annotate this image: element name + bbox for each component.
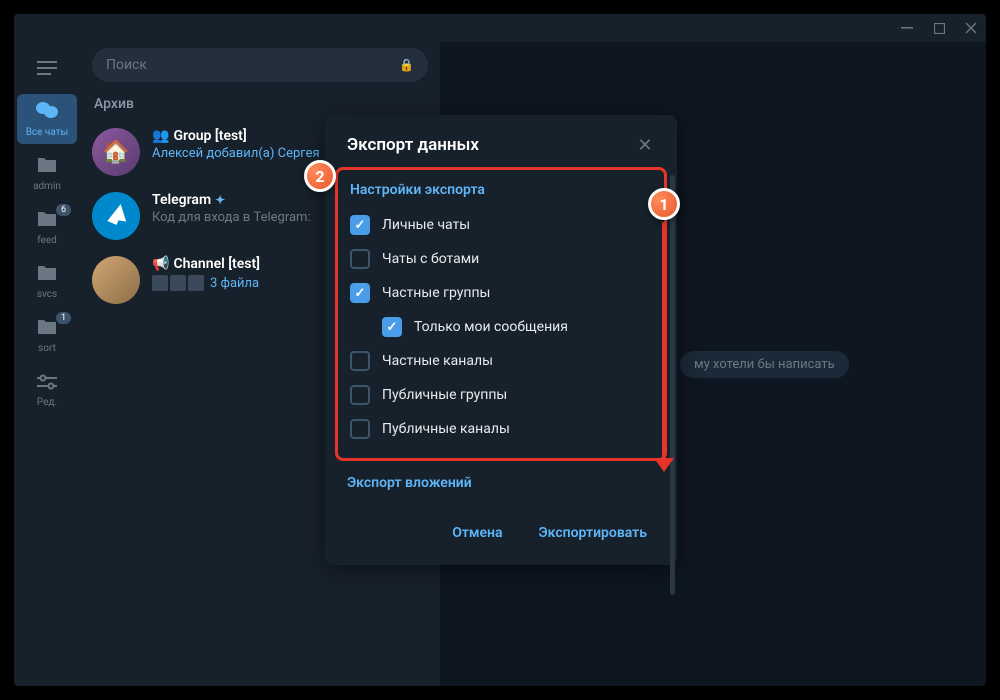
annotation-callout-2: 2 <box>304 160 336 192</box>
option-public-groups[interactable]: Публичные группы <box>346 378 656 412</box>
nav-all-chats[interactable]: Все чаты <box>17 94 77 144</box>
annotation-arrow-head <box>654 458 674 472</box>
checkbox-label: Публичные каналы <box>382 421 510 437</box>
sliders-icon <box>37 371 57 395</box>
modal-header: Экспорт данных ✕ <box>325 115 677 167</box>
annotation-highlight: Настройки экспорта Личные чаты Чаты с бо… <box>335 167 667 461</box>
close-button[interactable] <box>964 21 978 35</box>
checkbox[interactable] <box>350 249 370 269</box>
avatar <box>92 192 140 240</box>
nav-feed[interactable]: 6 feed <box>17 202 77 252</box>
checkbox[interactable] <box>350 351 370 371</box>
checkbox[interactable] <box>350 385 370 405</box>
folder-icon <box>36 209 58 233</box>
option-private-groups[interactable]: Частные группы <box>346 276 656 310</box>
checkbox-label: Личные чаты <box>382 217 470 233</box>
modal-footer: Отмена Экспортировать <box>325 505 677 565</box>
checkbox-label: Частные группы <box>382 285 490 301</box>
nav-label: Все чаты <box>26 127 69 138</box>
checkbox[interactable] <box>350 215 370 235</box>
modal-scrollbar[interactable] <box>670 175 675 595</box>
search-bar: Поиск 🔒 <box>80 42 440 88</box>
chat-title: Channel [test] <box>173 256 260 272</box>
thumb <box>170 275 186 291</box>
empty-hint: му хотели бы написать <box>680 351 849 378</box>
group-icon: 👥 <box>152 128 169 144</box>
nav-sort[interactable]: 1 sort <box>17 310 77 360</box>
avatar <box>92 256 140 304</box>
folder-icon <box>36 317 58 341</box>
option-public-channels[interactable]: Публичные каналы <box>346 412 656 446</box>
sidebar-nav: Все чаты admin 6 feed svcs 1 sort <box>14 42 80 686</box>
section-export-settings: Настройки экспорта <box>346 180 656 208</box>
option-only-my-messages[interactable]: Только мои сообщения <box>346 310 656 344</box>
nav-label: svcs <box>37 289 57 300</box>
modal-title: Экспорт данных <box>347 135 479 155</box>
titlebar <box>14 14 986 42</box>
archive-label: Архив <box>94 96 134 112</box>
modal-close-button[interactable]: ✕ <box>633 133 657 157</box>
nav-label: Ред. <box>37 397 57 408</box>
avatar: 🏠 <box>92 128 140 176</box>
checkbox[interactable] <box>350 283 370 303</box>
nav-svcs[interactable]: svcs <box>17 256 77 306</box>
nav-admin[interactable]: admin <box>17 148 77 198</box>
export-button[interactable]: Экспортировать <box>525 517 661 549</box>
badge: 1 <box>56 312 71 324</box>
chat-title: Telegram <box>152 192 211 208</box>
option-bot-chats[interactable]: Чаты с ботами <box>346 242 656 276</box>
checkbox-label: Публичные группы <box>382 387 507 403</box>
thumb <box>188 275 204 291</box>
checkbox-label: Только мои сообщения <box>414 319 568 335</box>
checkbox-label: Чаты с ботами <box>382 251 479 267</box>
chat-icon <box>35 100 59 125</box>
nav-label: sort <box>38 343 56 354</box>
folder-icon <box>36 155 58 179</box>
checkbox-label: Частные каналы <box>382 353 493 369</box>
option-personal-chats[interactable]: Личные чаты <box>346 208 656 242</box>
nav-label: admin <box>33 181 61 192</box>
export-modal: Экспорт данных ✕ Настройки экспорта Личн… <box>325 115 677 565</box>
modal-body: Настройки экспорта Личные чаты Чаты с бо… <box>325 167 677 505</box>
checkbox[interactable] <box>350 419 370 439</box>
section-attachments: Экспорт вложений <box>325 461 677 497</box>
chat-title: Group [test] <box>173 128 246 144</box>
option-private-channels[interactable]: Частные каналы <box>346 344 656 378</box>
folder-icon <box>36 263 58 287</box>
thumb <box>152 275 168 291</box>
cancel-button[interactable]: Отмена <box>438 517 516 549</box>
checkbox[interactable] <box>382 317 402 337</box>
annotation-arrow <box>662 222 665 466</box>
menu-button[interactable] <box>27 54 67 82</box>
minimize-button[interactable] <box>900 21 914 35</box>
maximize-button[interactable] <box>932 21 946 35</box>
nav-edit[interactable]: Ред. <box>17 364 77 414</box>
badge: 6 <box>56 204 71 216</box>
files-count: 3 файла <box>210 276 259 291</box>
nav-label: feed <box>37 235 57 246</box>
annotation-callout-1: 1 <box>648 188 680 220</box>
lock-icon: 🔒 <box>399 58 414 72</box>
search-input[interactable]: Поиск 🔒 <box>92 48 428 82</box>
search-placeholder: Поиск <box>106 57 147 73</box>
verified-icon: ✦ <box>215 193 225 207</box>
channel-icon: 📢 <box>152 256 169 272</box>
